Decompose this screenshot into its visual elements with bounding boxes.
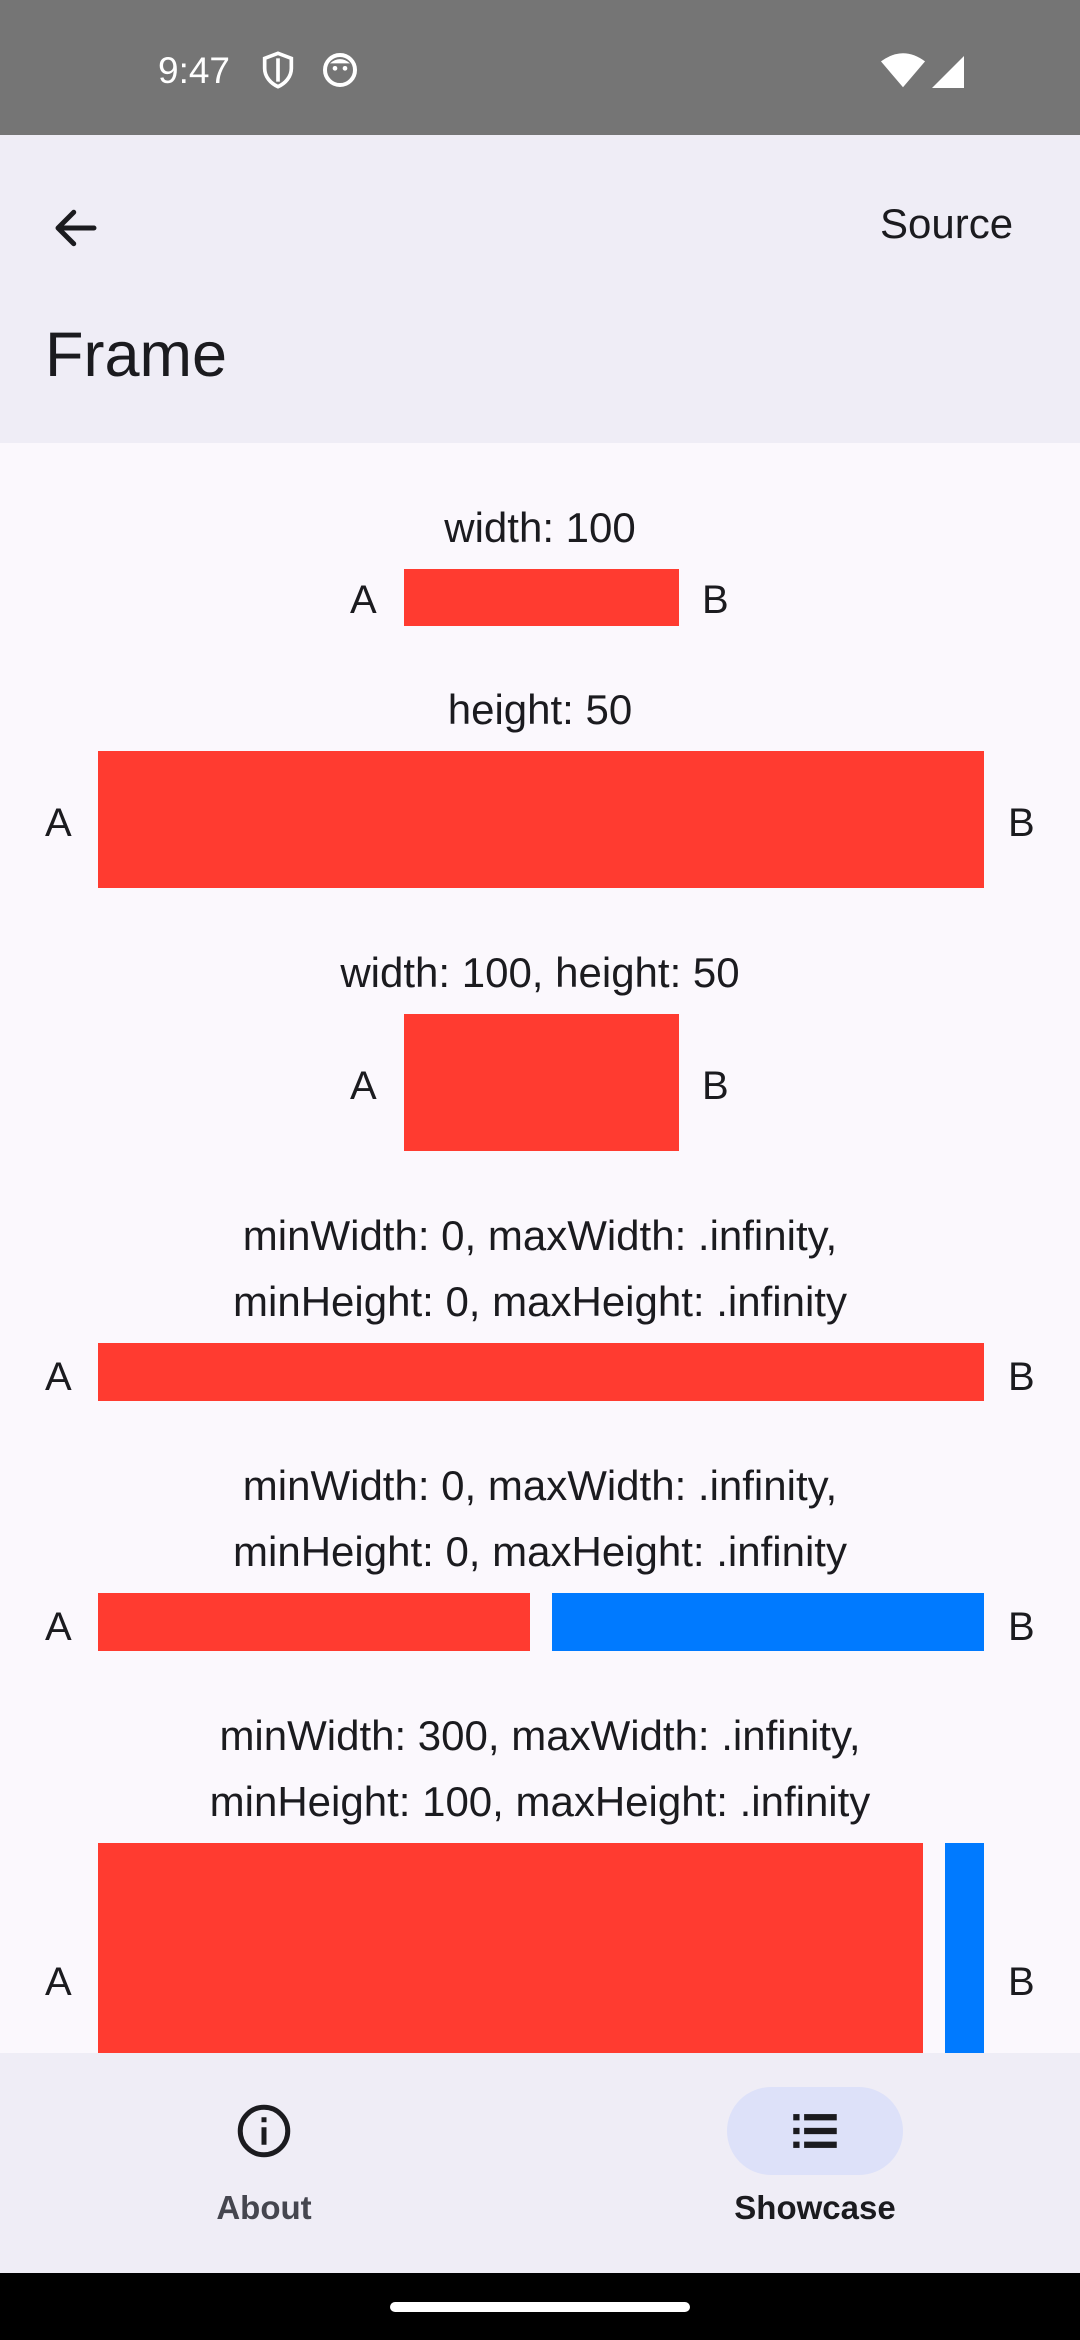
label-a: A [45, 1960, 72, 2004]
nav-item-about[interactable]: About [114, 2053, 414, 2273]
red-frame [98, 1593, 530, 1651]
page-title: Frame [45, 320, 228, 390]
nav-label-showcase: Showcase [734, 2189, 896, 2226]
red-frame [404, 1014, 679, 1151]
label-a: A [350, 1064, 377, 1108]
blue-frame [552, 1593, 984, 1651]
label-a: A [45, 1355, 72, 1399]
demo-caption: minWidth: 0, maxWidth: .infinity, minHei… [233, 1462, 847, 1575]
label-b: B [702, 1064, 729, 1108]
label-b: B [1008, 1960, 1035, 2004]
shield-icon [258, 50, 298, 90]
back-button[interactable] [28, 180, 124, 276]
nav-label-about: About [216, 2189, 312, 2226]
nav-item-showcase[interactable]: Showcase [665, 2053, 965, 2273]
label-b: B [702, 578, 729, 622]
blue-frame [945, 1843, 984, 2053]
app-bar [0, 135, 1080, 443]
demo-caption: minWidth: 300, maxWidth: .infinity, minH… [209, 1712, 871, 1825]
red-frame [404, 569, 679, 626]
bottom-navigation: About Showcase [0, 2053, 1080, 2273]
label-b: B [1008, 1355, 1035, 1399]
demo-caption: width: 100, height: 50 [340, 949, 740, 996]
status-time: 9:47 [158, 50, 231, 91]
label-a: A [45, 1605, 72, 1649]
label-a: A [45, 801, 72, 845]
face-icon [320, 50, 360, 90]
label-b: B [1008, 801, 1035, 845]
cellular-signal-icon [928, 50, 968, 90]
demo-caption: minWidth: 0, maxWidth: .infinity, minHei… [233, 1212, 847, 1325]
red-frame [98, 1843, 923, 2053]
list-icon [779, 2095, 851, 2167]
arrow-back-icon [55, 209, 97, 247]
home-indicator[interactable] [390, 2302, 690, 2312]
red-frame [98, 1343, 984, 1401]
label-a: A [350, 578, 377, 622]
wifi-icon [880, 50, 926, 90]
demo-caption: height: 50 [447, 686, 633, 733]
info-icon [228, 2095, 300, 2167]
red-frame [98, 751, 984, 888]
label-b: B [1008, 1605, 1035, 1649]
showcase-content[interactable]: width: 100 A B height: 50 A B width: 100… [0, 443, 1080, 2053]
source-button[interactable]: Source [870, 196, 1023, 252]
demo-caption: width: 100 [444, 504, 636, 551]
